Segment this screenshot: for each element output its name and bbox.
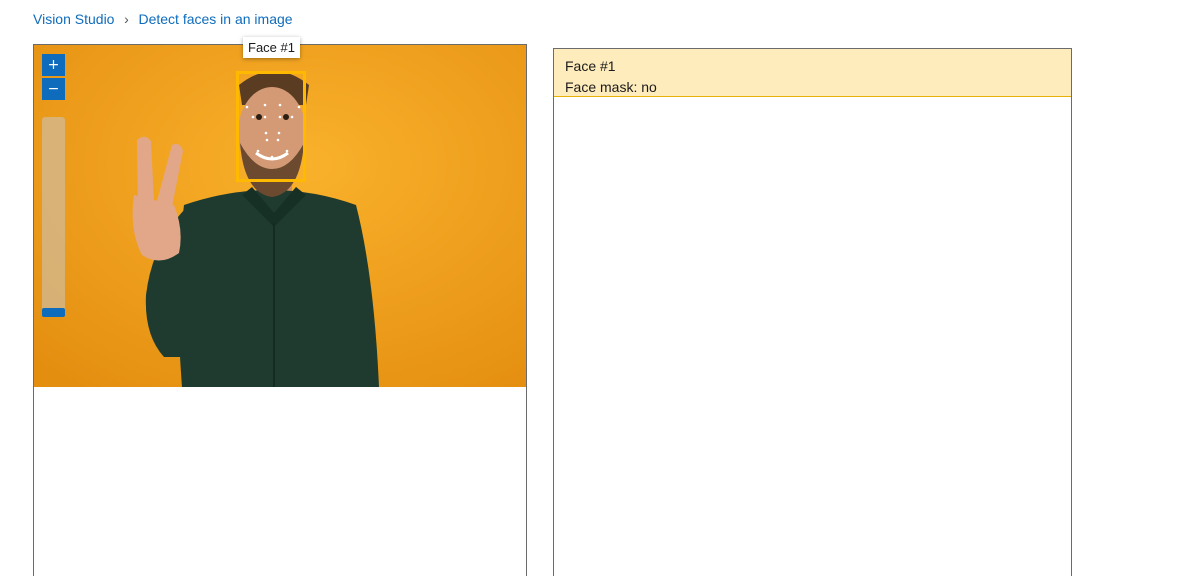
face-tooltip: Face #1 — [243, 37, 300, 58]
breadcrumb: Vision Studio › Detect faces in an image — [33, 10, 293, 28]
face-mask-status: Face mask: no — [565, 79, 657, 95]
chevron-right-icon: › — [124, 11, 129, 27]
page: Vision Studio › Detect faces in an image — [0, 0, 1180, 576]
zoom-out-button[interactable]: − — [42, 78, 65, 100]
face-result-title: Face #1 — [565, 58, 616, 74]
breadcrumb-detect-faces[interactable]: Detect faces in an image — [138, 11, 292, 27]
face-result-card[interactable]: Face #1 Face mask: no — [554, 49, 1071, 97]
analyzed-image[interactable] — [34, 45, 526, 387]
zoom-slider[interactable] — [42, 117, 65, 317]
face-bounding-box[interactable] — [236, 71, 306, 182]
breadcrumb-vision-studio[interactable]: Vision Studio — [33, 11, 114, 27]
zoom-slider-thumb[interactable] — [42, 308, 65, 317]
zoom-in-button[interactable]: + — [42, 54, 65, 76]
results-panel: Face #1 Face mask: no — [553, 48, 1072, 576]
image-viewer: + − — [33, 44, 527, 576]
